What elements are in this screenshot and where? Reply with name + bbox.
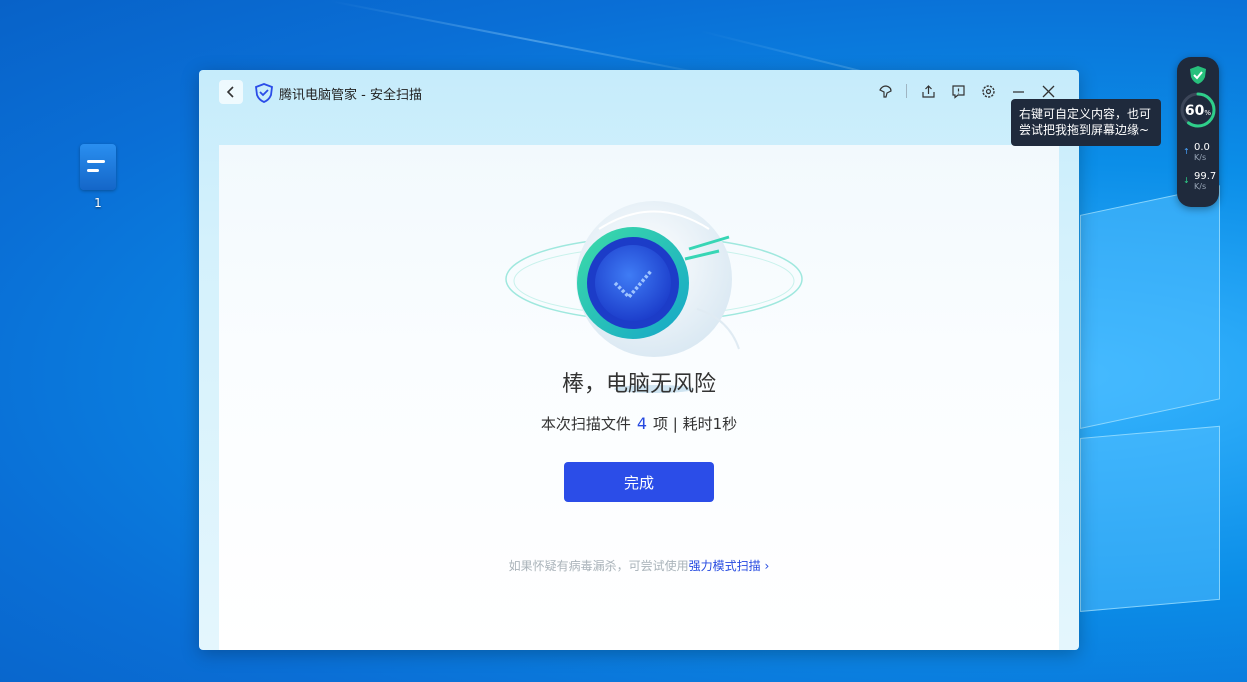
deep-scan-hint: 如果怀疑有病毒漏杀，可尝试使用强力模式扫描 › bbox=[219, 557, 1059, 574]
floating-speed-widget[interactable]: 60% ↑ 0.0 K/s ↓ 99.7 K/s bbox=[1177, 57, 1219, 207]
memory-usage-percent: 60% bbox=[1177, 103, 1219, 119]
percent-value: 60 bbox=[1184, 103, 1205, 119]
stats-suffix: 项 | 耗时1秒 bbox=[653, 415, 738, 433]
download-speed: ↓ 99.7 K/s bbox=[1183, 172, 1217, 192]
back-button[interactable] bbox=[219, 80, 243, 104]
powerful-scan-link[interactable]: 强力模式扫描 bbox=[689, 559, 761, 573]
feedback-icon[interactable] bbox=[949, 82, 967, 100]
percent-unit: % bbox=[1204, 109, 1212, 117]
pc-manager-window: 腾讯电脑管家 - 安全扫描 棒，电脑无风险 本次扫描文件 4 项 | 耗时1秒 … bbox=[199, 70, 1079, 650]
scan-stats: 本次扫描文件 4 项 | 耗时1秒 bbox=[219, 413, 1059, 434]
share-icon[interactable] bbox=[919, 82, 937, 100]
done-button[interactable]: 完成 bbox=[564, 462, 714, 502]
title-bar[interactable]: 腾讯电脑管家 - 安全扫描 bbox=[199, 70, 1079, 114]
chevron-right-icon[interactable]: › bbox=[765, 559, 770, 573]
toolbar-divider bbox=[906, 84, 907, 98]
stats-prefix: 本次扫描文件 bbox=[540, 415, 631, 433]
minimize-icon[interactable] bbox=[1009, 82, 1027, 100]
close-icon[interactable] bbox=[1039, 82, 1057, 100]
scan-result-panel: 棒，电脑无风险 本次扫描文件 4 项 | 耗时1秒 完成 如果怀疑有病毒漏杀，可尝试… bbox=[219, 145, 1059, 650]
window-title: 腾讯电脑管家 - 安全扫描 bbox=[279, 88, 422, 103]
windows-logo-pane bbox=[1080, 185, 1220, 429]
desktop-file-icon[interactable]: 1 bbox=[74, 144, 122, 210]
windows-logo-pane bbox=[1080, 425, 1220, 612]
shield-check-icon bbox=[1190, 66, 1206, 84]
upload-speed: ↑ 0.0 K/s bbox=[1183, 143, 1217, 163]
chevron-left-icon bbox=[226, 86, 234, 98]
desktop-file-label: 1 bbox=[94, 196, 102, 210]
settings-icon[interactable] bbox=[979, 82, 997, 100]
arrow-up-icon: ↑ bbox=[1183, 147, 1190, 156]
skin-icon[interactable] bbox=[876, 82, 894, 100]
document-icon bbox=[80, 144, 116, 190]
widget-tooltip: 右键可自定义内容，也可尝试把我拖到屏幕边缘~ bbox=[1011, 99, 1161, 146]
hint-text: 如果怀疑有病毒漏杀，可尝试使用 bbox=[508, 559, 689, 573]
arrow-down-icon: ↓ bbox=[1183, 176, 1190, 185]
file-count: 4 bbox=[636, 414, 648, 433]
result-headline: 棒，电脑无风险 bbox=[561, 372, 716, 397]
shield-logo-icon bbox=[255, 83, 273, 103]
